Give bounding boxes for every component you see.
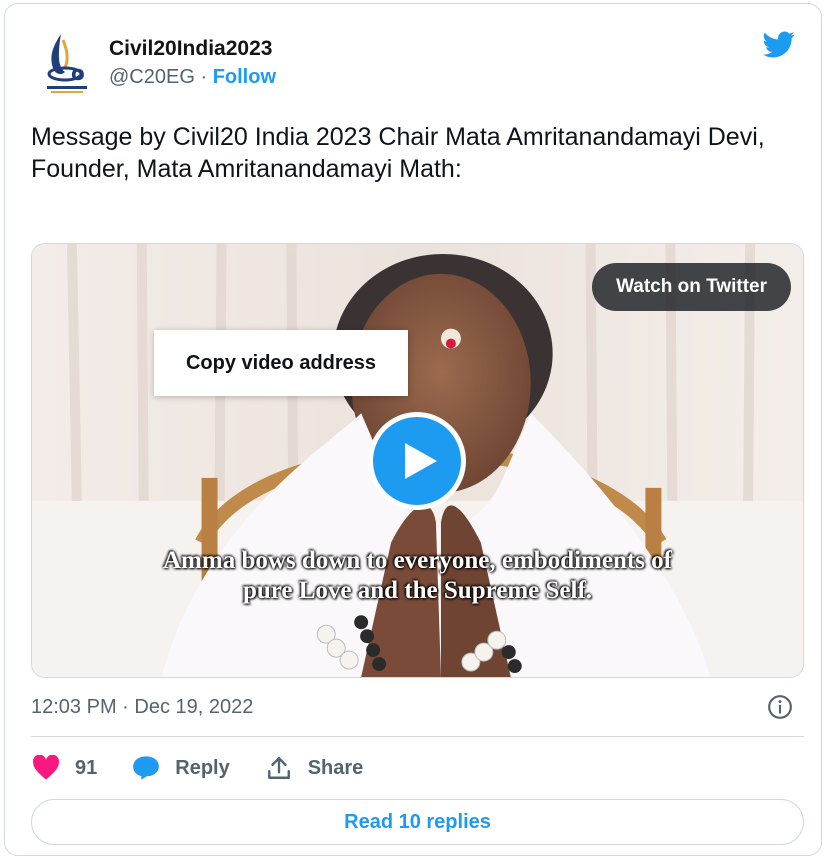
watch-on-twitter-button[interactable]: Watch on Twitter bbox=[592, 263, 791, 311]
divider bbox=[31, 736, 804, 737]
play-button[interactable] bbox=[368, 412, 466, 510]
author-name[interactable]: Civil20India2023 bbox=[109, 36, 276, 62]
like-count: 91 bbox=[75, 756, 98, 779]
copy-video-address-menu-item[interactable]: Copy video address bbox=[154, 330, 408, 396]
share-label: Share bbox=[307, 756, 364, 779]
twitter-bird-icon[interactable] bbox=[761, 28, 797, 60]
reply-label: Reply bbox=[175, 756, 230, 779]
handle-row: @C20EG · Follow bbox=[109, 64, 276, 90]
author-block: Civil20India2023 @C20EG · Follow bbox=[109, 36, 276, 90]
action-bar: 91 Reply Share bbox=[31, 752, 397, 784]
speech-bubble-icon bbox=[131, 753, 161, 783]
share-button[interactable]: Share bbox=[264, 753, 364, 783]
like-button[interactable]: 91 bbox=[31, 753, 97, 783]
caption-line-1: Amma bows down to everyone, embodiments … bbox=[163, 547, 672, 574]
tweet-text: Message by Civil20 India 2023 Chair Mata… bbox=[31, 123, 765, 183]
author-handle[interactable]: @C20EG bbox=[109, 66, 195, 88]
heart-icon bbox=[31, 753, 61, 783]
tweet-card: o Civil20India2023 @C20EG · Follow Messa… bbox=[4, 3, 822, 856]
follow-button[interactable]: Follow bbox=[213, 66, 276, 88]
tweet-timestamp[interactable]: 12:03 PM · Dec 19, 2022 bbox=[31, 694, 253, 720]
caption-line-2: pure Love and the Supreme Self. bbox=[242, 577, 593, 604]
video-player[interactable]: Watch on Twitter Copy video address Amma… bbox=[31, 243, 804, 678]
info-icon[interactable] bbox=[767, 694, 793, 720]
read-replies-button[interactable]: Read 10 replies bbox=[31, 799, 804, 845]
avatar[interactable]: o bbox=[41, 28, 93, 98]
c20-logo-icon: o bbox=[47, 34, 87, 93]
svg-text:o: o bbox=[71, 61, 85, 85]
share-upload-icon bbox=[264, 753, 294, 783]
handle-separator: · bbox=[200, 66, 208, 88]
play-icon bbox=[405, 443, 437, 479]
reply-button[interactable]: Reply bbox=[131, 753, 230, 783]
video-caption: Amma bows down to everyone, embodiments … bbox=[32, 546, 803, 606]
